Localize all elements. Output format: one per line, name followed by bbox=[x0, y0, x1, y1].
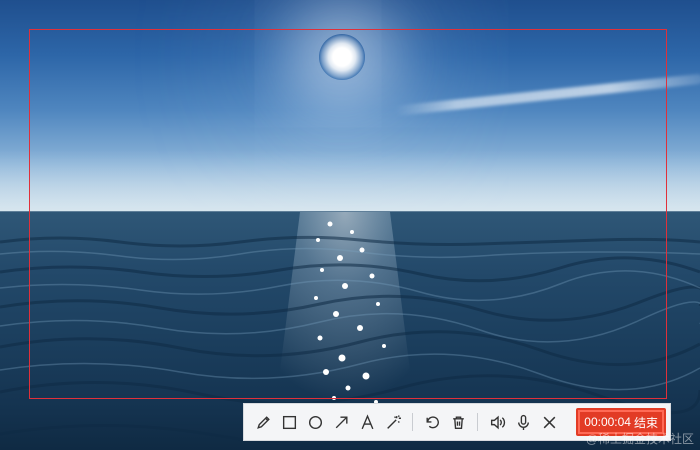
horizon-haze bbox=[0, 150, 700, 212]
text-icon[interactable] bbox=[354, 409, 380, 435]
microphone-icon[interactable] bbox=[510, 409, 536, 435]
toolbar-divider bbox=[412, 413, 413, 431]
speaker-icon[interactable] bbox=[484, 409, 510, 435]
watermark: @稀土掘金技术社区 bbox=[585, 432, 694, 446]
pencil-icon[interactable] bbox=[250, 409, 276, 435]
rectangle-icon[interactable] bbox=[276, 409, 302, 435]
toolbar-divider bbox=[477, 413, 478, 431]
arrow-icon[interactable] bbox=[328, 409, 354, 435]
undo-icon[interactable] bbox=[419, 409, 445, 435]
screenshot-background bbox=[0, 0, 700, 450]
trash-icon[interactable] bbox=[445, 409, 471, 435]
ellipse-icon[interactable] bbox=[302, 409, 328, 435]
end-label: 结束 bbox=[633, 415, 658, 430]
close-icon[interactable] bbox=[536, 409, 562, 435]
magic-wand-icon[interactable] bbox=[380, 409, 406, 435]
sun bbox=[319, 34, 365, 80]
recording-timer: 00:00:04 bbox=[584, 415, 631, 429]
